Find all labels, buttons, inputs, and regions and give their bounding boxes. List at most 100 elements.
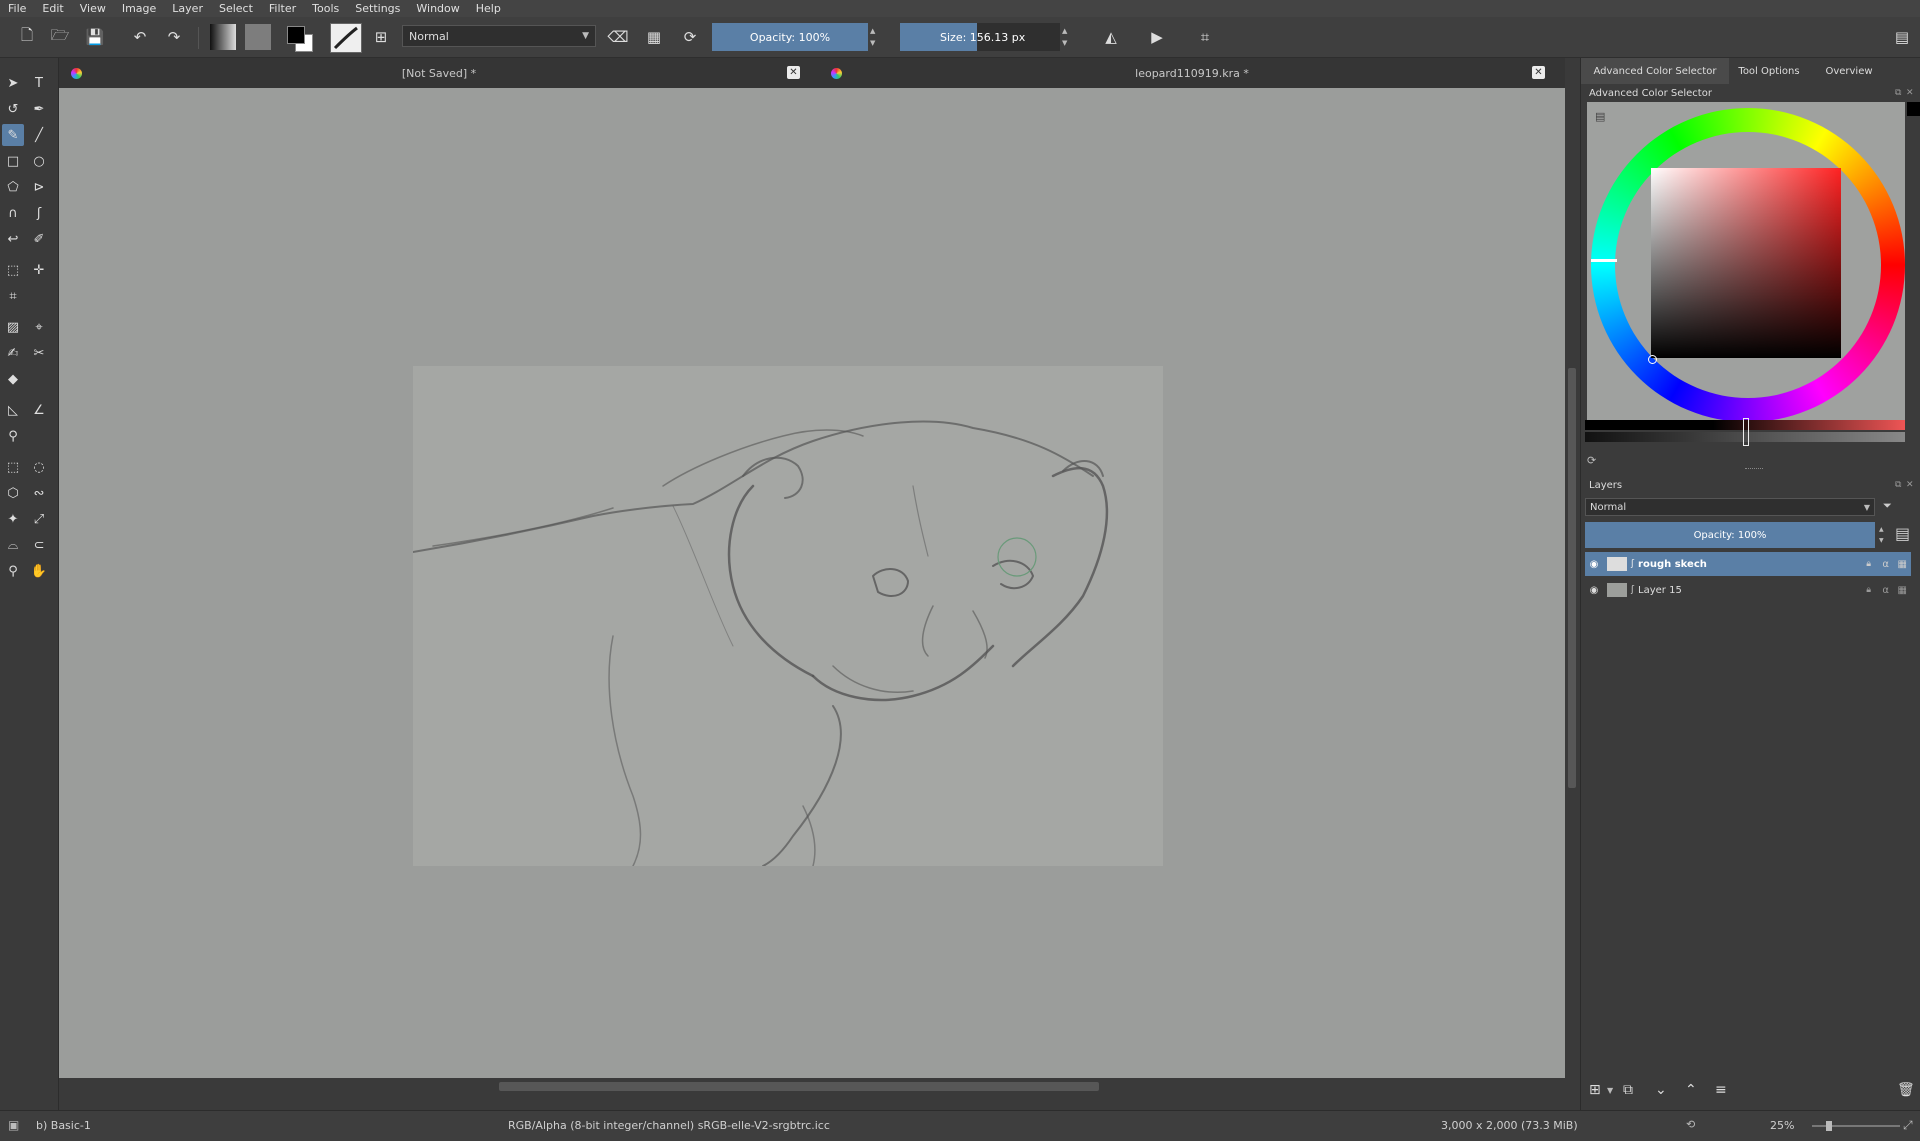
lock-icon[interactable]: 🔒︎ [1866, 585, 1871, 595]
line-tool-icon[interactable]: ╱ [28, 124, 50, 146]
close-icon[interactable]: ✕ [787, 66, 800, 79]
measure-tool-icon[interactable]: ∠ [28, 399, 50, 421]
move-layer-up-icon[interactable]: ⌃ [1685, 1082, 1697, 1098]
menu-file[interactable]: File [0, 0, 34, 17]
blend-mode-select[interactable]: Normal ▼ [402, 25, 596, 47]
add-layer-icon[interactable]: ⊞ [1589, 1082, 1601, 1098]
menu-image[interactable]: Image [114, 0, 164, 17]
transform-tool-icon[interactable]: ⬚ [2, 259, 24, 281]
pattern-preset-button[interactable] [245, 24, 271, 50]
vertical-scrollbar[interactable] [1565, 88, 1579, 1095]
opacity-slider[interactable]: Opacity: 100% [712, 23, 868, 51]
fit-to-view-icon[interactable]: ⤢ [1903, 1118, 1913, 1133]
wrap-around-icon[interactable]: ⊞ [368, 24, 394, 50]
horizontal-scrollbar[interactable] [59, 1078, 1565, 1095]
tab-advanced-color-selector[interactable]: Advanced Color Selector [1581, 58, 1729, 84]
alpha-icon[interactable]: α [1882, 559, 1889, 570]
layer-opacity-spinner[interactable]: ▲ ▼ [1879, 524, 1887, 546]
color-selector-panel[interactable]: ▤ [1587, 102, 1905, 422]
contiguous-selection-icon[interactable]: ✦ [2, 508, 24, 530]
brush-preset-icon[interactable]: ▣ [8, 1118, 19, 1132]
duplicate-layer-icon[interactable]: ⧉ [1623, 1082, 1633, 1098]
tab-tool-options[interactable]: Tool Options [1729, 58, 1809, 84]
multibrush-tool-icon[interactable]: ✐ [28, 228, 50, 250]
rectangular-selection-icon[interactable]: ⬚ [2, 456, 24, 478]
dynamic-brush-tool-icon[interactable]: ↩ [2, 228, 24, 250]
zoom-slider[interactable] [1812, 1121, 1900, 1131]
freehand-selection-icon[interactable]: ∾ [28, 482, 50, 504]
float-docker-icon[interactable]: ⧉ [1895, 480, 1901, 490]
settings-menu-icon[interactable]: ▤ [1595, 110, 1605, 123]
layer-name[interactable]: rough skech [1638, 559, 1707, 570]
opacity-spinner[interactable]: ▲ ▼ [870, 25, 880, 49]
menu-select[interactable]: Select [211, 0, 261, 17]
zoom-tool-icon[interactable]: ⚲ [2, 560, 24, 582]
layer-name[interactable]: Layer 15 [1638, 585, 1682, 596]
chevron-down-icon[interactable]: ▼ [1607, 1086, 1613, 1095]
calligraphy-tool-icon[interactable]: ✒ [28, 98, 50, 120]
mirror-vertical-icon[interactable]: ▶ [1144, 24, 1170, 50]
polyline-tool-icon[interactable]: ⊳ [28, 176, 50, 198]
text-tool-icon[interactable]: T [28, 72, 50, 94]
layer-blend-mode-select[interactable]: Normal ▼ [1585, 498, 1875, 516]
alpha-lock-icon[interactable]: ▦ [1898, 559, 1907, 570]
magnetic-selection-icon[interactable]: ⊂ [28, 534, 50, 556]
document-canvas-view[interactable] [59, 88, 1579, 1095]
rectangle-tool-icon[interactable]: □ [2, 150, 24, 172]
select-shapes-tool-icon[interactable]: ➤ [2, 72, 24, 94]
gradient-tool-icon[interactable]: ▨ [2, 316, 24, 338]
layer-properties-icon[interactable]: ▤ [1895, 524, 1910, 543]
layer-opacity-slider[interactable]: Opacity: 100% [1585, 522, 1875, 548]
menu-tools[interactable]: Tools [304, 0, 347, 17]
lock-icon[interactable]: 🔒︎ [1866, 559, 1871, 569]
layer-row[interactable]: ◉ ʃ Layer 15 🔒︎ α ▦ [1585, 578, 1911, 602]
menu-view[interactable]: View [72, 0, 114, 17]
canvas-image[interactable] [412, 366, 1163, 867]
current-color-swatch[interactable] [1907, 102, 1920, 116]
open-document-icon[interactable]: 🗁 [47, 24, 73, 50]
menu-edit[interactable]: Edit [34, 0, 71, 17]
smart-patch-tool-icon[interactable]: ✂ [28, 342, 50, 364]
assistant-tool-icon[interactable]: ◺ [2, 399, 24, 421]
layer-row[interactable]: ◉ ʃ rough skech 🔒︎ α ▦ [1585, 552, 1911, 576]
eye-icon[interactable]: ◉ [1585, 559, 1603, 570]
mirror-horizontal-icon[interactable]: ◭ [1098, 24, 1124, 50]
color-picker-tool-icon[interactable]: ⌖ [28, 316, 50, 338]
menu-settings[interactable]: Settings [347, 0, 408, 17]
menu-filter[interactable]: Filter [261, 0, 304, 17]
delete-layer-icon[interactable]: 🗑︎ [1897, 1082, 1915, 1098]
pan-tool-icon[interactable]: ✋ [28, 560, 50, 582]
elliptical-selection-icon[interactable]: ◌ [28, 456, 50, 478]
redo-icon[interactable]: ↷ [161, 24, 187, 50]
alpha-lock-icon[interactable]: ▦ [1898, 585, 1907, 596]
zoom-level[interactable]: 25% [1770, 1119, 1794, 1132]
polygon-tool-icon[interactable]: ⬠ [2, 176, 24, 198]
size-spinner[interactable]: ▲ ▼ [1062, 25, 1072, 49]
vertical-scrollbar-thumb[interactable] [1568, 368, 1576, 788]
ellipse-tool-icon[interactable]: ○ [28, 150, 50, 172]
menu-window[interactable]: Window [408, 0, 467, 17]
bezier-selection-icon[interactable]: ⌓ [2, 534, 24, 556]
alpha-icon[interactable]: α [1882, 585, 1889, 596]
foreground-color-swatch[interactable] [287, 26, 305, 44]
menu-help[interactable]: Help [468, 0, 509, 17]
filter-icon[interactable]: ⏷ [1883, 499, 1892, 513]
eraser-icon[interactable]: ⌫ [605, 24, 631, 50]
close-icon[interactable]: ✕ [1532, 66, 1545, 79]
undo-icon[interactable]: ↶ [127, 24, 153, 50]
tab-leopard[interactable]: leopard110919.kra * ✕ [819, 58, 1565, 88]
float-docker-icon[interactable]: ⧉ [1895, 88, 1901, 98]
refresh-icon[interactable]: ⟳ [1587, 454, 1596, 467]
horizontal-scrollbar-thumb[interactable] [499, 1082, 1099, 1091]
freehand-brush-tool-icon[interactable]: ✎ [2, 124, 24, 146]
layer-properties-icon[interactable]: ≡ [1715, 1082, 1727, 1098]
eye-icon[interactable]: ◉ [1585, 585, 1603, 596]
similar-selection-icon[interactable]: ⤢ [28, 508, 50, 530]
rotate-canvas-icon[interactable]: ⟲ [1686, 1118, 1695, 1131]
move-tool-icon[interactable]: ✛ [28, 259, 50, 281]
color-swatches[interactable] [285, 24, 315, 52]
saturation-value-square[interactable] [1651, 168, 1841, 358]
polygonal-selection-icon[interactable]: ⬡ [2, 482, 24, 504]
close-docker-icon[interactable]: ✕ [1906, 480, 1914, 490]
edit-shapes-tool-icon[interactable]: ↺ [2, 98, 24, 120]
